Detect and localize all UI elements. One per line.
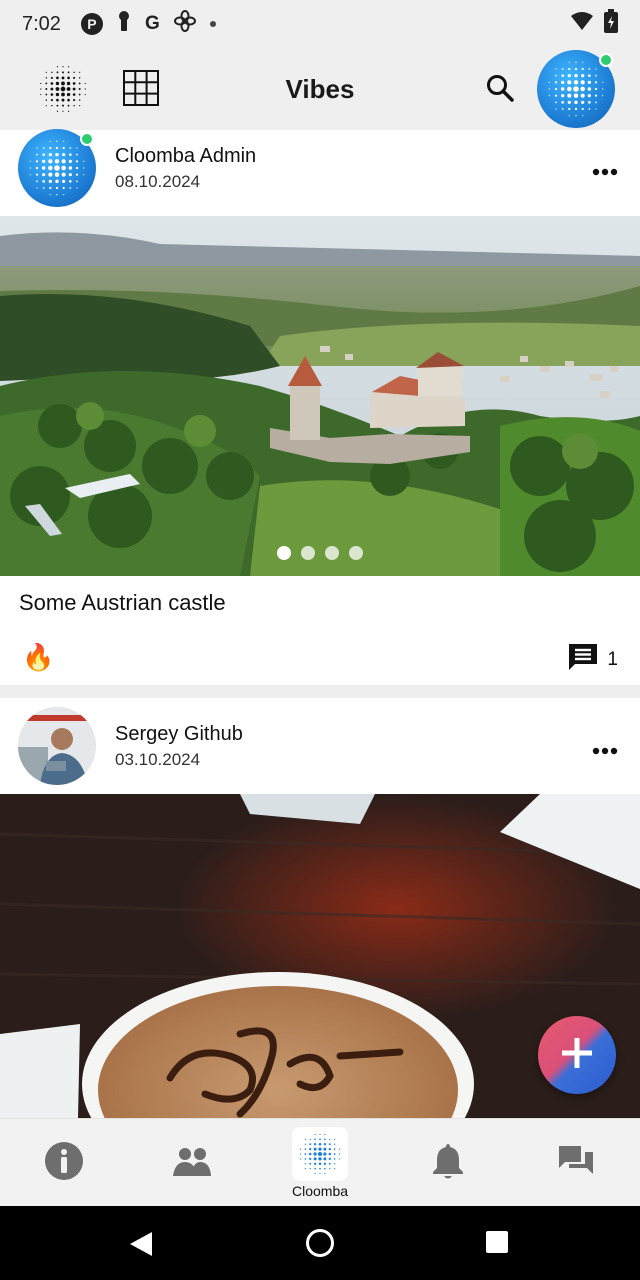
info-icon: [44, 1141, 84, 1186]
post-image-castle[interactable]: [0, 216, 640, 576]
search-icon[interactable]: [482, 70, 518, 106]
online-status-dot: [599, 53, 613, 67]
post-card: Cloomba Admin 08.10.2024 Some Austrian c…: [0, 129, 640, 685]
nav-item-people[interactable]: [160, 1119, 224, 1207]
nav-item-info[interactable]: [32, 1119, 96, 1207]
home-icon[interactable]: [305, 1228, 335, 1263]
top-app-bar: Vibes: [0, 48, 640, 130]
status-bar: 7:02 P G: [0, 0, 640, 48]
back-icon[interactable]: [128, 1230, 154, 1263]
more-options-icon[interactable]: [592, 151, 618, 183]
comments-button[interactable]: 1: [567, 642, 618, 677]
battery-icon: [604, 9, 618, 39]
post-caption: Some Austrian castle: [19, 590, 226, 615]
wifi-icon: [570, 11, 594, 37]
add-post-button[interactable]: [538, 1016, 616, 1094]
more-options-icon[interactable]: [592, 730, 618, 762]
online-status-dot: [80, 132, 94, 146]
status-time: 7:02: [22, 12, 61, 35]
pager-dot[interactable]: [301, 546, 315, 560]
post-header: Sergey Github 03.10.2024: [0, 698, 640, 794]
nav-item-chats[interactable]: [544, 1119, 608, 1207]
dot-icon: [209, 21, 216, 27]
bottom-navigation: Cloomba: [0, 1118, 640, 1206]
fire-reaction-icon[interactable]: 🔥: [22, 642, 54, 673]
nav-item-notifications[interactable]: [416, 1119, 480, 1207]
recent-apps-icon[interactable]: [485, 1230, 509, 1259]
author-avatar[interactable]: [18, 707, 96, 785]
author-name[interactable]: Cloomba Admin: [115, 145, 256, 168]
comment-icon: [567, 642, 599, 677]
post-date: 03.10.2024: [115, 749, 201, 769]
nav-label-cloomba: Cloomba: [291, 1183, 349, 1199]
plus-icon: [559, 1035, 595, 1076]
pager-dot[interactable]: [277, 546, 291, 560]
author-name[interactable]: Sergey Github: [115, 723, 243, 746]
cloomba-logo-icon: [292, 1127, 348, 1181]
nav-item-cloomba[interactable]: Cloomba: [282, 1119, 358, 1207]
author-avatar[interactable]: [18, 129, 96, 207]
google-icon: G: [144, 13, 160, 34]
fan-icon: [173, 10, 196, 38]
parking-icon: P: [80, 13, 103, 35]
bell-icon: [431, 1142, 465, 1185]
image-pager[interactable]: [0, 546, 640, 560]
system-navigation-bar: [0, 1206, 640, 1280]
pager-dot[interactable]: [349, 546, 363, 560]
post-header: Cloomba Admin 08.10.2024: [0, 129, 640, 216]
pager-dot[interactable]: [325, 546, 339, 560]
chat-icon: [557, 1144, 595, 1183]
comments-count: 1: [607, 648, 618, 670]
profile-avatar[interactable]: [537, 50, 615, 128]
keyhole-icon: [117, 10, 131, 38]
people-icon: [173, 1145, 211, 1182]
post-date: 08.10.2024: [115, 171, 201, 191]
